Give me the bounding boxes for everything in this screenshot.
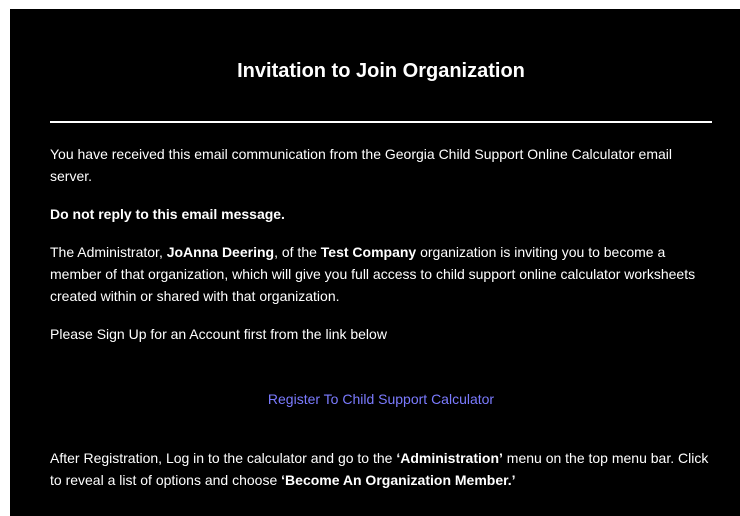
invite-middle: , of the	[274, 244, 321, 260]
admin-name: JoAnna Deering	[166, 244, 275, 260]
after-registration-paragraph: After Registration, Log in to the calcul…	[50, 447, 712, 491]
after-prefix: After Registration, Log in to the calcul…	[50, 450, 397, 466]
no-reply-notice: Do not reply to this email message.	[50, 206, 285, 222]
register-link-row: Register To Child Support Calculator	[50, 388, 712, 410]
intro-paragraph: You have received this email communicati…	[50, 146, 673, 184]
invite-paragraph: The Administrator, JoAnna Deering, of th…	[50, 241, 712, 307]
administration-menu-name: ‘Administration’	[396, 450, 503, 466]
become-member-option-name: ‘Become An Organization Member.’	[281, 472, 516, 488]
invite-prefix: The Administrator,	[50, 244, 167, 260]
title-divider	[50, 121, 712, 123]
register-link[interactable]: Register To Child Support Calculator	[268, 391, 494, 407]
organization-name: Test Company	[320, 244, 417, 260]
email-body: Invitation to Join Organization You have…	[10, 9, 740, 516]
email-title: Invitation to Join Organization	[237, 60, 525, 82]
signup-instruction: Please Sign Up for an Account first from…	[50, 326, 387, 342]
